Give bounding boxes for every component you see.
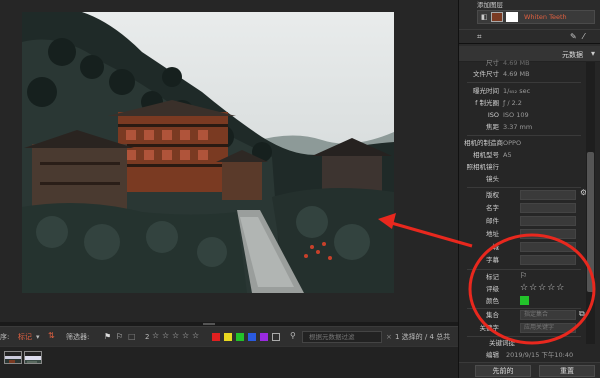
address-label: 地址 [486,230,499,238]
thumbnail-image [5,356,21,363]
focal-length-value: 3.37 mm [503,123,533,131]
partial-label: 尺寸 [486,59,499,67]
aperture-value: ƒ / 2.2 [503,99,522,107]
scrollbar-thumb[interactable] [587,152,594,292]
color-filter-red[interactable] [212,333,220,341]
flag-reject-icon[interactable]: ⚐ [116,332,123,341]
exposure-value: 1/₆₅₂ sec [503,87,531,95]
copyright-field[interactable] [520,190,576,200]
star-icon[interactable]: ☆ [182,331,189,340]
visibility-icon[interactable]: ◧ [481,12,488,22]
collection-label: 集合 [486,311,499,319]
related-label: 关键词提 [489,339,515,347]
camera-model-value: A5 [503,151,512,159]
address-field[interactable] [520,229,576,239]
color-filter-blue[interactable] [248,333,256,341]
flag-pick-icon[interactable]: ⚑ [104,332,111,341]
layer-tool-row: ⌗ ✎ ⁄ [459,30,600,44]
metadata-scrollbar[interactable] [586,62,595,344]
keyword-label: 关键字 [479,324,500,332]
collection-input[interactable]: 指定集合 [520,310,576,320]
pen-icon[interactable]: ⁄ [583,32,584,42]
email-field[interactable] [520,216,576,226]
city-field[interactable] [520,242,576,252]
photo-image [22,12,394,293]
city-label: 城 [492,243,500,251]
title-field[interactable] [520,203,576,213]
flag-label: 标记 [486,273,499,281]
layer-name[interactable]: Whiten Teeth [524,12,567,22]
flag-icon[interactable]: ⚐ [520,271,527,281]
exposure-label: 曝光时间 [473,87,499,95]
color-filter-yellow[interactable] [224,333,232,341]
filter-label: 筛选器: [66,333,90,341]
subtitle-field[interactable] [520,255,576,265]
metadata-body: 尺寸 4.69 MB 文件尺寸 4.69 MB 曝光时间 1/₆₅₂ sec f 制光… [459,59,600,362]
color-label-swatch[interactable] [520,296,529,305]
rating-stars[interactable]: ☆☆☆☆☆ [520,283,565,293]
clear-filter-icon[interactable]: × [386,332,392,342]
panel-button-row: 先前的 重置 [459,362,600,378]
sort-select[interactable]: 标记 [18,332,32,342]
layer-mask-thumbnail [506,12,518,22]
star-icon[interactable]: ☆ [152,331,159,340]
filmstrip-thumbnail[interactable] [24,351,42,364]
color-filter-purple[interactable] [260,333,268,341]
photo-preview[interactable] [22,12,394,293]
resize-grip[interactable] [203,323,215,325]
iso-label: ISO [487,111,499,119]
reset-button[interactable]: 重置 [539,365,595,377]
aperture-label: f 制光圈 [475,99,499,107]
thumbnail-image [25,356,41,363]
add-layer-label[interactable]: 添加图层 [477,0,503,9]
date-value: 2019/9/15 下午10:40 [506,351,574,359]
camera-make-label: 相机的制造商 [464,139,503,147]
email-label: 邮件 [486,217,499,225]
partial-value: 4.69 MB [503,59,530,67]
filter-bar: 序: 标记 ▾ ⇅ 筛选器: ⚑ ⚐ □ 2 ☆ ☆ ☆ ☆ ☆ ⚲ 根据元数据… [0,326,458,346]
rating-label: 评级 [486,285,499,293]
flag-none-icon[interactable]: □ [128,332,136,341]
camera-model-label: 相机型号 [473,151,499,159]
photo-editor-window: 序: 标记 ▾ ⇅ 筛选器: ⚑ ⚐ □ 2 ☆ ☆ ☆ ☆ ☆ ⚲ 根据元数据… [0,0,600,378]
sort-dropdown-icon[interactable]: ▾ [36,332,40,342]
color-label: 颜色 [486,297,499,305]
file-size-value: 4.69 MB [503,70,530,78]
layer-thumbnail [491,12,503,22]
chevron-down-icon[interactable]: ▾ [591,49,595,59]
selection-count: 1 选择的 / 4 总共 [395,333,451,341]
filmstrip [0,346,458,378]
canvas-area [0,0,458,322]
color-filter-green[interactable] [236,333,244,341]
star-icon[interactable]: ☆ [192,331,199,340]
sort-direction-icon[interactable]: ⇅ [48,331,55,341]
camera-make-value: OPPO [503,139,522,147]
copyright-label: 版权 [486,191,499,199]
color-filter-none[interactable] [272,333,280,341]
sort-label: 序: [0,333,10,341]
file-size-label: 文件尺寸 [473,70,499,78]
star-icon[interactable]: ☆ [162,331,169,340]
title-label: 名字 [486,204,499,212]
right-panel: 添加图层 ◧ Whiten Teeth ⌗ ✎ ⁄ 元数据 ▾ 尺寸 4.69 M… [458,0,600,378]
previous-button[interactable]: 先前的 [475,365,531,377]
collection-picker-icon[interactable]: ⧉ [579,309,585,319]
iso-value: ISO 109 [503,111,529,119]
camera-lens-model-label: 照相机镜行 [466,163,500,171]
focal-length-label: 焦距 [486,123,499,131]
date-label: 编辑 [486,351,499,359]
layer-item[interactable]: ◧ Whiten Teeth [477,10,595,24]
keyword-input[interactable]: 应用关键字 [520,323,576,333]
lens-label: 镜头 [486,175,499,183]
layers-section: 添加图层 ◧ Whiten Teeth [459,0,600,30]
subtitle-label: 字幕 [486,256,499,264]
filmstrip-thumbnail[interactable] [4,351,22,364]
star-icon[interactable]: ☆ [172,331,179,340]
brush-icon[interactable]: ✎ [570,32,577,42]
metadata-filter-input[interactable]: 根据元数据过滤 [302,331,382,343]
rating-filter-count: 2 [145,333,150,341]
crop-icon[interactable]: ⌗ [477,32,482,42]
search-icon: ⚲ [290,331,296,340]
